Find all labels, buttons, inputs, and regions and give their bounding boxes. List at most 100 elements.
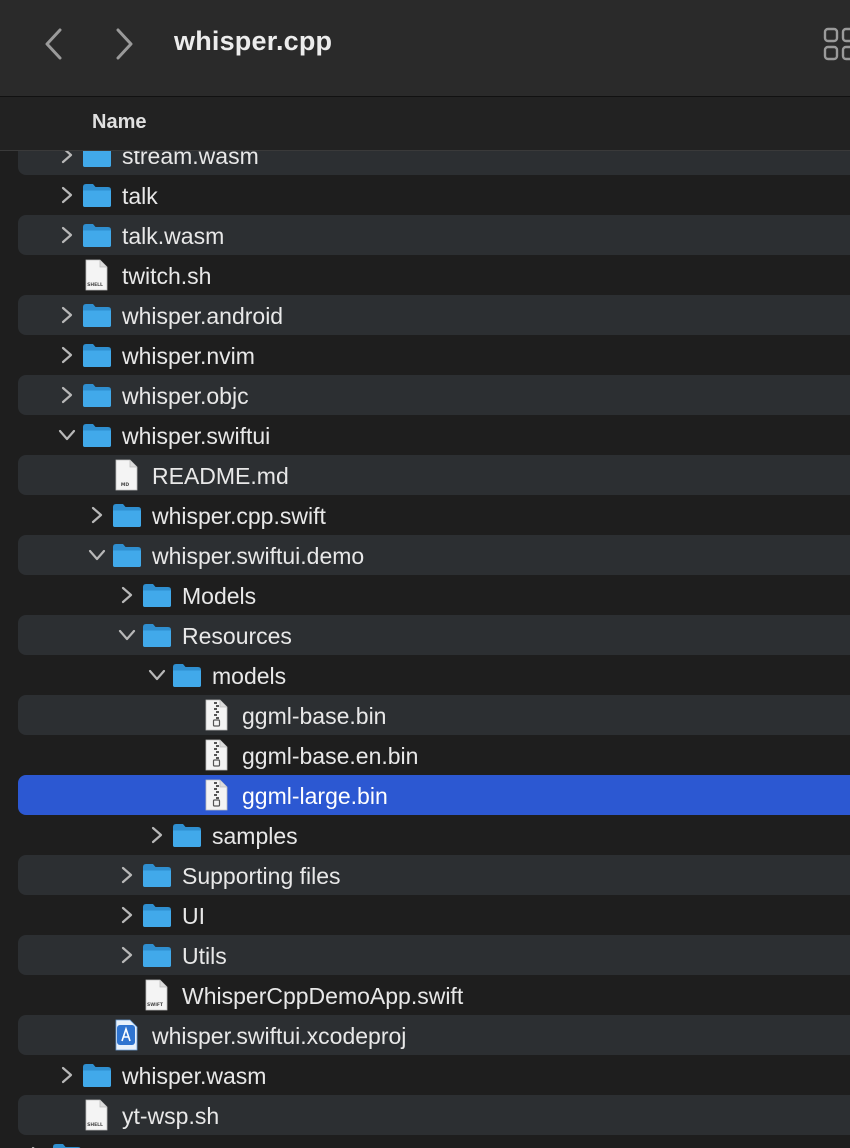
shell-script-icon: SHELL xyxy=(82,1099,112,1131)
svg-text:SWIFT: SWIFT xyxy=(147,1002,164,1008)
file-name-label: Models xyxy=(182,583,257,609)
file-row[interactable]: SHELL twitch.sh xyxy=(18,255,850,295)
file-row[interactable]: talk.wasm xyxy=(18,215,850,255)
file-row[interactable]: whisper.swiftui.xcodeproj xyxy=(18,1015,850,1055)
archive-file-icon xyxy=(202,739,232,771)
file-name-label: talk xyxy=(122,183,158,209)
file-name-label: Supporting files xyxy=(182,863,341,889)
column-header: Name xyxy=(0,97,850,151)
file-row[interactable]: ggml-base.bin xyxy=(18,695,850,735)
disclosure-collapsed-icon[interactable] xyxy=(118,586,136,604)
disclosure-collapsed-icon[interactable] xyxy=(118,866,136,884)
finder-toolbar: whisper.cpp xyxy=(0,0,850,97)
folder-icon xyxy=(142,861,172,889)
file-row[interactable]: whisper.nvim xyxy=(18,335,850,375)
file-name-label: whisper.swiftui.demo xyxy=(152,543,365,569)
svg-text:SHELL: SHELL xyxy=(87,1122,103,1128)
file-list[interactable]: stream.wasm talk talk.wasm SHELL twitch.sh wh… xyxy=(0,151,850,1148)
file-row[interactable]: whisper.wasm xyxy=(18,1055,850,1095)
file-row[interactable]: whisper.swiftui xyxy=(18,415,850,455)
file-name-label: Utils xyxy=(182,943,227,969)
disclosure-collapsed-icon[interactable] xyxy=(58,186,76,204)
file-name-label: ggml-base.bin xyxy=(242,703,387,729)
folder-icon xyxy=(172,821,202,849)
folder-icon xyxy=(82,421,112,449)
folder-icon xyxy=(142,941,172,969)
file-row[interactable]: samples xyxy=(18,815,850,855)
file-row[interactable]: whisper.objc xyxy=(18,375,850,415)
archive-file-icon xyxy=(202,779,232,811)
disclosure-collapsed-icon[interactable] xyxy=(118,906,136,924)
chevron-left-icon xyxy=(45,28,62,60)
back-button[interactable] xyxy=(36,24,72,64)
svg-text:SHELL: SHELL xyxy=(87,282,103,288)
file-name-label: README.md xyxy=(152,463,289,489)
folder-icon xyxy=(82,221,112,249)
file-row[interactable]: whisper.cpp.swift xyxy=(18,495,850,535)
file-row[interactable]: stream.wasm xyxy=(18,151,850,175)
file-row[interactable]: extra xyxy=(18,1135,850,1148)
view-mode-button[interactable] xyxy=(822,26,850,62)
folder-icon xyxy=(142,901,172,929)
disclosure-collapsed-icon[interactable] xyxy=(58,386,76,404)
chevron-right-icon xyxy=(116,28,133,60)
file-row[interactable]: MD README.md xyxy=(18,455,850,495)
file-name-label: yt-wsp.sh xyxy=(122,1103,220,1129)
forward-button[interactable] xyxy=(106,24,142,64)
svg-text:MD: MD xyxy=(121,482,129,488)
disclosure-collapsed-icon[interactable] xyxy=(118,946,136,964)
folder-icon xyxy=(82,381,112,409)
disclosure-collapsed-icon[interactable] xyxy=(58,226,76,244)
file-name-label: ggml-large.bin xyxy=(242,783,388,809)
folder-icon xyxy=(52,1141,82,1148)
folder-icon xyxy=(142,621,172,649)
disclosure-expanded-icon[interactable] xyxy=(88,546,106,564)
file-name-label: ggml-base.en.bin xyxy=(242,743,419,769)
file-row[interactable]: SWIFT WhisperCppDemoApp.swift xyxy=(18,975,850,1015)
file-name-label: models xyxy=(212,663,287,689)
file-row[interactable]: Models xyxy=(18,575,850,615)
shell-script-icon: SHELL xyxy=(82,259,112,291)
file-row[interactable]: whisper.swiftui.demo xyxy=(18,535,850,575)
file-row[interactable]: UI xyxy=(18,895,850,935)
file-name-label: whisper.cpp.swift xyxy=(152,503,326,529)
folder-icon xyxy=(112,541,142,569)
name-column-header[interactable]: Name xyxy=(92,111,146,134)
folder-icon xyxy=(172,661,202,689)
file-name-label: WhisperCppDemoApp.swift xyxy=(182,983,464,1009)
disclosure-collapsed-icon[interactable] xyxy=(58,151,76,164)
file-row[interactable]: ggml-large.bin xyxy=(18,775,850,815)
grid-view-icon xyxy=(823,27,850,61)
folder-icon xyxy=(82,341,112,369)
file-name-label: whisper.swiftui.xcodeproj xyxy=(152,1023,407,1049)
disclosure-expanded-icon[interactable] xyxy=(148,666,166,684)
file-row[interactable]: Resources xyxy=(18,615,850,655)
file-name-label: whisper.swiftui xyxy=(122,423,271,449)
xcode-project-icon xyxy=(112,1019,142,1051)
disclosure-collapsed-icon[interactable] xyxy=(88,506,106,524)
file-name-label: Resources xyxy=(182,623,292,649)
folder-icon xyxy=(82,151,112,169)
file-name-label: twitch.sh xyxy=(122,263,212,289)
disclosure-expanded-icon[interactable] xyxy=(118,626,136,644)
disclosure-collapsed-icon[interactable] xyxy=(58,306,76,324)
file-row[interactable]: talk xyxy=(18,175,850,215)
file-name-label: whisper.nvim xyxy=(122,343,255,369)
disclosure-collapsed-icon[interactable] xyxy=(58,1066,76,1084)
disclosure-collapsed-icon[interactable] xyxy=(58,346,76,364)
folder-icon xyxy=(82,181,112,209)
archive-file-icon xyxy=(202,699,232,731)
file-row[interactable]: SHELL yt-wsp.sh xyxy=(18,1095,850,1135)
file-row[interactable]: ggml-base.en.bin xyxy=(18,735,850,775)
file-row[interactable]: Utils xyxy=(18,935,850,975)
folder-icon xyxy=(82,301,112,329)
file-row[interactable]: whisper.android xyxy=(18,295,850,335)
file-row[interactable]: models xyxy=(18,655,850,695)
file-name-label: UI xyxy=(182,903,205,929)
file-rows: stream.wasm talk talk.wasm SHELL twitch.sh wh… xyxy=(0,151,850,1148)
folder-icon xyxy=(82,1061,112,1089)
disclosure-collapsed-icon[interactable] xyxy=(148,826,166,844)
file-name-label: whisper.objc xyxy=(122,383,249,409)
disclosure-expanded-icon[interactable] xyxy=(58,426,76,444)
file-row[interactable]: Supporting files xyxy=(18,855,850,895)
